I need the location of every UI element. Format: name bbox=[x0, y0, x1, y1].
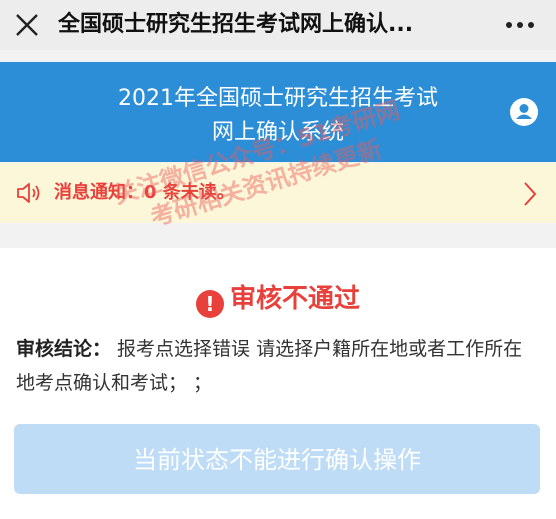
review-conclusion: 审核结论： 报考点选择错误 请选择户籍所在地或者工作所在地考点确认和考试； ； bbox=[16, 332, 540, 400]
title-bar: 全国硕士研究生招生考试网上确认... bbox=[0, 0, 556, 50]
error-icon: ! bbox=[195, 290, 224, 318]
notice-bar[interactable]: 消息通知：0 条未读。 bbox=[0, 163, 556, 223]
more-icon[interactable] bbox=[506, 22, 534, 28]
header-title-line2: 网上确认系统 bbox=[211, 120, 344, 145]
chevron-right-icon[interactable] bbox=[522, 181, 538, 207]
speaker-icon bbox=[17, 183, 40, 203]
user-icon[interactable] bbox=[510, 98, 538, 126]
review-status: ! 审核不通过 bbox=[0, 278, 556, 318]
conclusion-label: 审核结论： bbox=[16, 338, 112, 360]
page-title: 全国硕士研究生招生考试网上确认... bbox=[58, 12, 414, 37]
notice-text: 消息通知：0 条未读。 bbox=[54, 182, 235, 203]
close-icon[interactable] bbox=[14, 12, 40, 38]
header-title-line1: 2021年全国硕士研究生招生考试 bbox=[118, 86, 438, 111]
system-header: 2021年全国硕士研究生招生考试 网上确认系统 bbox=[0, 62, 556, 162]
review-status-text: 审核不通过 bbox=[229, 284, 360, 314]
confirm-action-button[interactable]: 当前状态不能进行确认操作 bbox=[14, 424, 540, 494]
